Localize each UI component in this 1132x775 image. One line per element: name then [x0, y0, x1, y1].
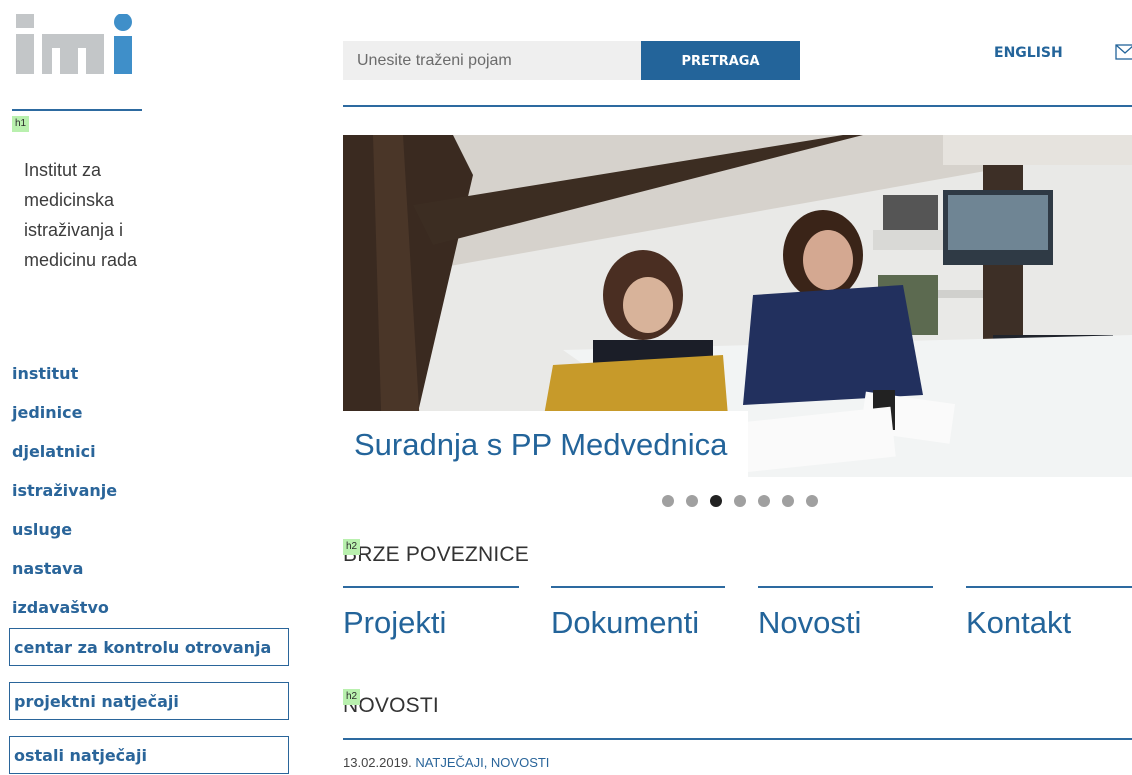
quick-link-divider: [343, 586, 519, 588]
quick-link-divider: [758, 586, 933, 588]
institute-name: Institut za medicinska istraživanja i me…: [24, 160, 138, 270]
quick-link-divider: [551, 586, 725, 588]
news-date: 13.02.2019.: [343, 755, 412, 770]
news-categories[interactable]: NATJEČAJI, NOVOSTI: [415, 755, 549, 770]
nav-item-jedinice[interactable]: jedinice: [12, 399, 117, 438]
slider-dot[interactable]: [782, 495, 794, 507]
nav-item-djelatnici[interactable]: djelatnici: [12, 438, 117, 477]
quick-link-kontakt[interactable]: Kontakt: [966, 605, 1071, 641]
nav-item-usluge[interactable]: usluge: [12, 516, 117, 555]
sidebar-divider: [12, 109, 142, 111]
slider-pagination: [662, 495, 818, 507]
h1-badge: h1: [12, 116, 30, 132]
nav-item-nastava[interactable]: nastava: [12, 555, 117, 594]
nav-item-institut[interactable]: institut: [12, 360, 117, 399]
quick-link-dokumenti[interactable]: Dokumenti: [551, 605, 699, 641]
slide-caption[interactable]: Suradnja s PP Medvednica: [343, 411, 748, 477]
slider-dot[interactable]: [758, 495, 770, 507]
nav-item-istrazivanje[interactable]: istraživanje: [12, 477, 117, 516]
quick-links-title: BRZE POVEZNICE: [343, 543, 529, 566]
imi-logo[interactable]: imi: [12, 14, 142, 74]
nav-box-centar-za-kontrolu-otrovanja[interactable]: centar za kontrolu otrovanja: [9, 628, 289, 666]
search-input[interactable]: [343, 41, 641, 80]
news-item-meta: 13.02.2019. NATJEČAJI, NOVOSTI: [343, 755, 549, 770]
header-divider: [343, 105, 1132, 107]
h2-badge: h2: [343, 689, 361, 705]
quick-link-projekti[interactable]: Projekti: [343, 605, 446, 641]
language-switch-english[interactable]: ENGLISH: [994, 45, 1063, 61]
slider-dot[interactable]: [806, 495, 818, 507]
quick-link-divider: [966, 586, 1132, 588]
nav-box-projektni-natjecaji[interactable]: projektni natječaji: [9, 682, 289, 720]
main-nav: institut jedinice djelatnici istraživanj…: [12, 360, 117, 633]
nav-box-ostali-natjecaji[interactable]: ostali natječaji: [9, 736, 289, 774]
quick-link-novosti[interactable]: Novosti: [758, 605, 861, 641]
mail-icon[interactable]: [1115, 44, 1132, 60]
h2-badge: h2: [343, 539, 361, 555]
search-button[interactable]: PRETRAGA: [641, 41, 800, 80]
slider-dot-active[interactable]: [710, 495, 722, 507]
slider-dot[interactable]: [686, 495, 698, 507]
slider-dot[interactable]: [734, 495, 746, 507]
news-divider: [343, 738, 1132, 740]
slider-dot[interactable]: [662, 495, 674, 507]
